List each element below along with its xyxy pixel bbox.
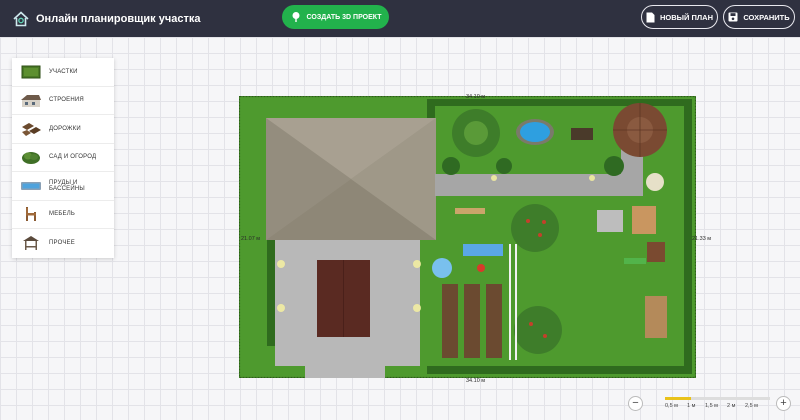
category-label: ДОРОЖКИ [49, 125, 81, 132]
category-plots[interactable]: УЧАСТКИ [12, 58, 114, 87]
save-label: СОХРАНИТЬ [743, 12, 790, 22]
greenhouse[interactable] [463, 244, 503, 256]
category-garden[interactable]: САД И ОГОРОД [12, 144, 114, 172]
save-button[interactable]: СОХРАНИТЬ [723, 5, 795, 29]
category-ponds-pools[interactable]: ПРУДЫ И БАССЕЙНЫ [12, 172, 114, 201]
vegetable-bed[interactable] [464, 284, 480, 358]
dimension-right: 21.33 м [692, 236, 712, 242]
lawn-plot-icon [21, 65, 41, 79]
garden-lamp [413, 304, 421, 312]
zoom-in-button[interactable]: + [776, 395, 791, 411]
gazebo-icon [23, 236, 39, 251]
app-title: Онлайн планировщик участка [36, 12, 201, 25]
tomato-plant [477, 264, 485, 272]
category-label: САД И ОГОРОД [49, 154, 97, 161]
category-label: СТРОЕНИЯ [49, 97, 84, 104]
brand[interactable]: Онлайн планировщик участка [12, 10, 200, 28]
scale-ruler: 0,5 м 1 м 1,5 м 2 м 2,5 м [647, 394, 772, 412]
scale-tick: 0,5 м [665, 403, 678, 409]
path-lamp [491, 175, 497, 181]
apple-tree[interactable] [511, 204, 559, 252]
chair-icon [26, 207, 36, 222]
trellis [515, 244, 517, 360]
garden-lamp [277, 260, 285, 268]
shrub [442, 157, 460, 175]
dimension-left: 21.07 м [241, 236, 261, 242]
garden-lamp [413, 260, 421, 268]
picnic-table[interactable] [632, 206, 656, 234]
category-paths[interactable]: ДОРОЖКИ [12, 115, 114, 144]
house-icon [21, 95, 41, 108]
site-plan[interactable] [239, 96, 696, 378]
category-furniture[interactable]: МЕБЕЛЬ [12, 201, 114, 229]
trellis [509, 244, 511, 360]
gazebo-roof[interactable] [613, 103, 667, 157]
gravel-path [435, 174, 643, 196]
slide[interactable] [624, 258, 646, 264]
flowerbed [646, 173, 664, 191]
water-tank [432, 258, 452, 278]
sandbox[interactable] [597, 210, 623, 232]
home-logo-icon [13, 10, 29, 26]
shrub-icon [22, 152, 40, 165]
category-label: ПРУДЫ И БАССЕЙНЫ [49, 179, 85, 192]
scale-tick: 1,5 м [705, 403, 718, 409]
category-buildings[interactable]: СТРОЕНИЯ [12, 87, 114, 115]
scale-tick: 1 м [687, 403, 696, 409]
climbing-frame[interactable] [645, 296, 667, 338]
pond[interactable] [516, 119, 554, 145]
category-label: УЧАСТКИ [49, 68, 78, 75]
category-other[interactable]: ПРОЧЕЕ [12, 229, 114, 258]
pool-icon [21, 181, 41, 190]
category-label: МЕБЕЛЬ [49, 211, 76, 218]
scale-tick: 2,5 м [745, 403, 758, 409]
document-icon [646, 12, 655, 22]
new-plan-label: НОВЫЙ ПЛАН [660, 12, 713, 22]
create-3d-project-button[interactable]: СОЗДАТЬ 3D ПРОЕКТ [282, 5, 389, 29]
playhouse[interactable] [647, 242, 665, 262]
path-lamp [589, 175, 595, 181]
stone-path-exit [305, 336, 385, 378]
paving-tiles-icon [22, 122, 41, 136]
dimension-bottom: 34.10 м [466, 378, 486, 384]
hedge-top [427, 99, 692, 106]
scale-bar-fill [665, 397, 691, 400]
dimension-top: 34.10 м [466, 94, 486, 100]
apple-tree[interactable] [514, 306, 562, 354]
zoom-control: − 0,5 м 1 м 1,5 м 2 м 2,5 м + [628, 394, 791, 412]
bench[interactable] [571, 128, 593, 140]
hedge-right [684, 99, 692, 369]
top-bar: Онлайн планировщик участка СОЗДАТЬ 3D ПР… [0, 0, 800, 37]
shed-roof[interactable] [317, 260, 370, 337]
scale-tick: 2 м [727, 403, 736, 409]
hedge-bottom [427, 366, 692, 374]
zoom-out-button[interactable]: − [628, 395, 643, 411]
vegetable-bed[interactable] [442, 284, 458, 358]
category-panel: УЧАСТКИ СТРОЕНИЯ ДОРОЖКИ САД И ОГОРОД ПР… [12, 58, 114, 258]
tree-icon [292, 12, 299, 22]
shrub [496, 158, 512, 174]
create-3d-project-label: СОЗДАТЬ 3D ПРОЕКТ [306, 13, 382, 21]
new-plan-button[interactable]: НОВЫЙ ПЛАН [641, 5, 718, 29]
garden-lamp [277, 304, 285, 312]
swing[interactable] [455, 208, 485, 214]
palm-tree[interactable] [452, 109, 500, 157]
category-label: ПРОЧЕЕ [49, 240, 75, 247]
floppy-disk-icon [728, 12, 738, 22]
house-roof[interactable] [266, 118, 436, 240]
vegetable-bed[interactable] [486, 284, 502, 358]
shrub [604, 156, 624, 176]
